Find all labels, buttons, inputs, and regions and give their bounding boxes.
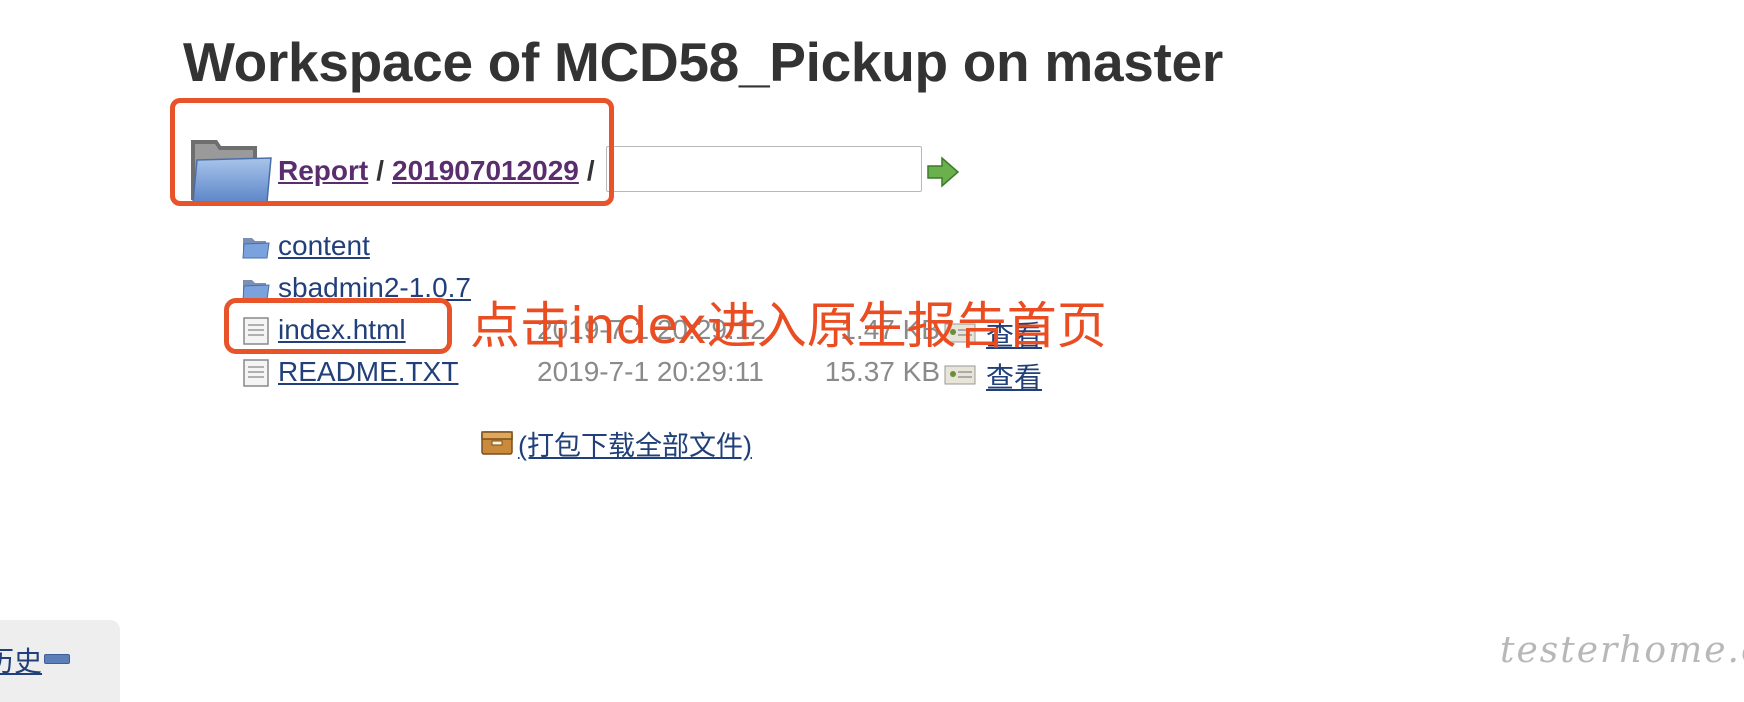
entry-date: 2019-7-1 20:29:11	[537, 356, 764, 387]
annotation-text: 点击index进入原生报告首页	[470, 297, 1107, 355]
path-input[interactable]	[606, 146, 922, 192]
folder-icon	[242, 238, 270, 259]
collapse-icon[interactable]	[44, 654, 70, 664]
list-item: content	[242, 228, 1002, 268]
entry-name-link[interactable]: README.TXT	[278, 356, 458, 388]
history-link[interactable]: 历史	[0, 640, 42, 680]
download-all-link[interactable]: (打包下载全部文件)	[518, 424, 752, 463]
highlight-box-index	[224, 298, 452, 354]
view-icon	[944, 365, 976, 385]
view-link[interactable]: 查看	[986, 356, 1042, 396]
file-icon	[243, 359, 269, 387]
archive-icon	[481, 431, 513, 455]
entry-name-link[interactable]: content	[278, 230, 370, 262]
green-arrow-icon[interactable]	[926, 156, 960, 188]
entry-size: 15.37 KB	[824, 356, 940, 387]
page: Workspace of MCD58_Pickup on master Repo…	[0, 0, 1744, 702]
highlight-box-breadcrumb	[170, 98, 614, 206]
page-title: Workspace of MCD58_Pickup on master	[183, 31, 1223, 93]
list-item: README.TXT 2019-7-1 20:29:11 15.37 KB 查看	[242, 354, 1042, 394]
watermark: testerhome.com	[1500, 630, 1744, 671]
